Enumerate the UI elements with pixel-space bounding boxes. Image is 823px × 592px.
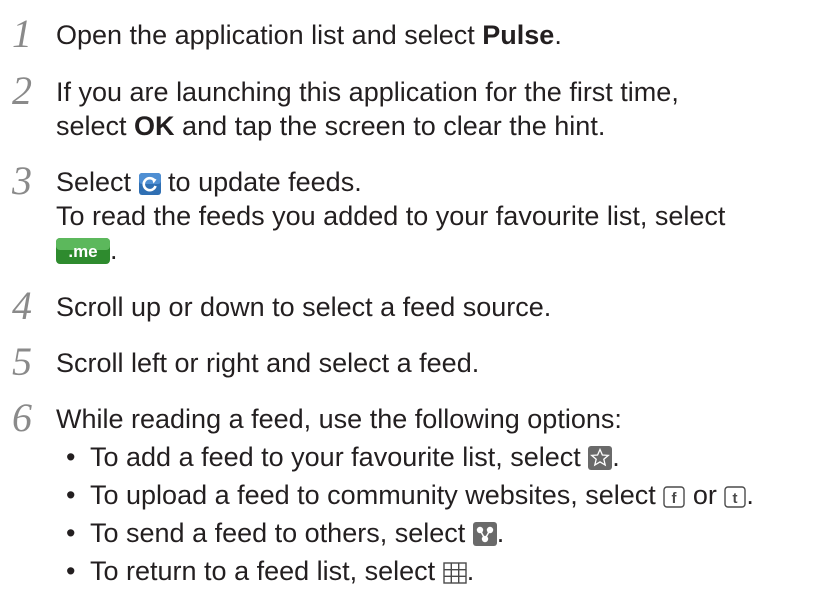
ok-label: OK xyxy=(134,111,175,141)
me-icon: .me xyxy=(56,238,110,264)
step-text: Select to update feeds. xyxy=(56,167,362,197)
step-number: 2 xyxy=(12,68,32,113)
grid-icon xyxy=(442,562,467,584)
step-text: While reading a feed, use the following … xyxy=(56,404,622,434)
step-number: 6 xyxy=(12,395,32,440)
step-text: To read the feeds you added to your favo… xyxy=(56,201,726,231)
step-text: If you are launching this application fo… xyxy=(56,77,679,107)
step-text: Scroll left or right and select a feed. xyxy=(56,348,480,378)
step-text: Open the application list and select Pul… xyxy=(56,20,562,50)
step-text: Scroll up or down to select a feed sourc… xyxy=(56,292,552,322)
step-number: 1 xyxy=(12,11,32,56)
step-number: 3 xyxy=(12,158,32,203)
step-number: 4 xyxy=(12,283,32,328)
facebook-icon: f xyxy=(663,486,686,508)
step-number: 5 xyxy=(12,339,32,384)
bullet-item: • To return to a feed list, select . xyxy=(66,556,475,586)
svg-text:.me: .me xyxy=(68,242,97,261)
bullet-item: • To send a feed to others, select . xyxy=(66,518,505,548)
step-text: .me . xyxy=(56,233,118,267)
twitter-icon: t xyxy=(724,486,747,508)
bullet-item: • To upload a feed to community websites,… xyxy=(66,480,754,510)
svg-text:t: t xyxy=(733,490,738,507)
star-icon xyxy=(588,446,613,470)
refresh-icon xyxy=(138,173,161,195)
app-name-pulse: Pulse xyxy=(482,20,555,50)
share-icon xyxy=(472,522,497,546)
step-text: select OK and tap the screen to clear th… xyxy=(56,111,606,141)
bullet-item: • To add a feed to your favourite list, s… xyxy=(66,442,620,472)
manual-page: { "steps": [ { "number": "1", "lines": [… xyxy=(0,0,823,592)
